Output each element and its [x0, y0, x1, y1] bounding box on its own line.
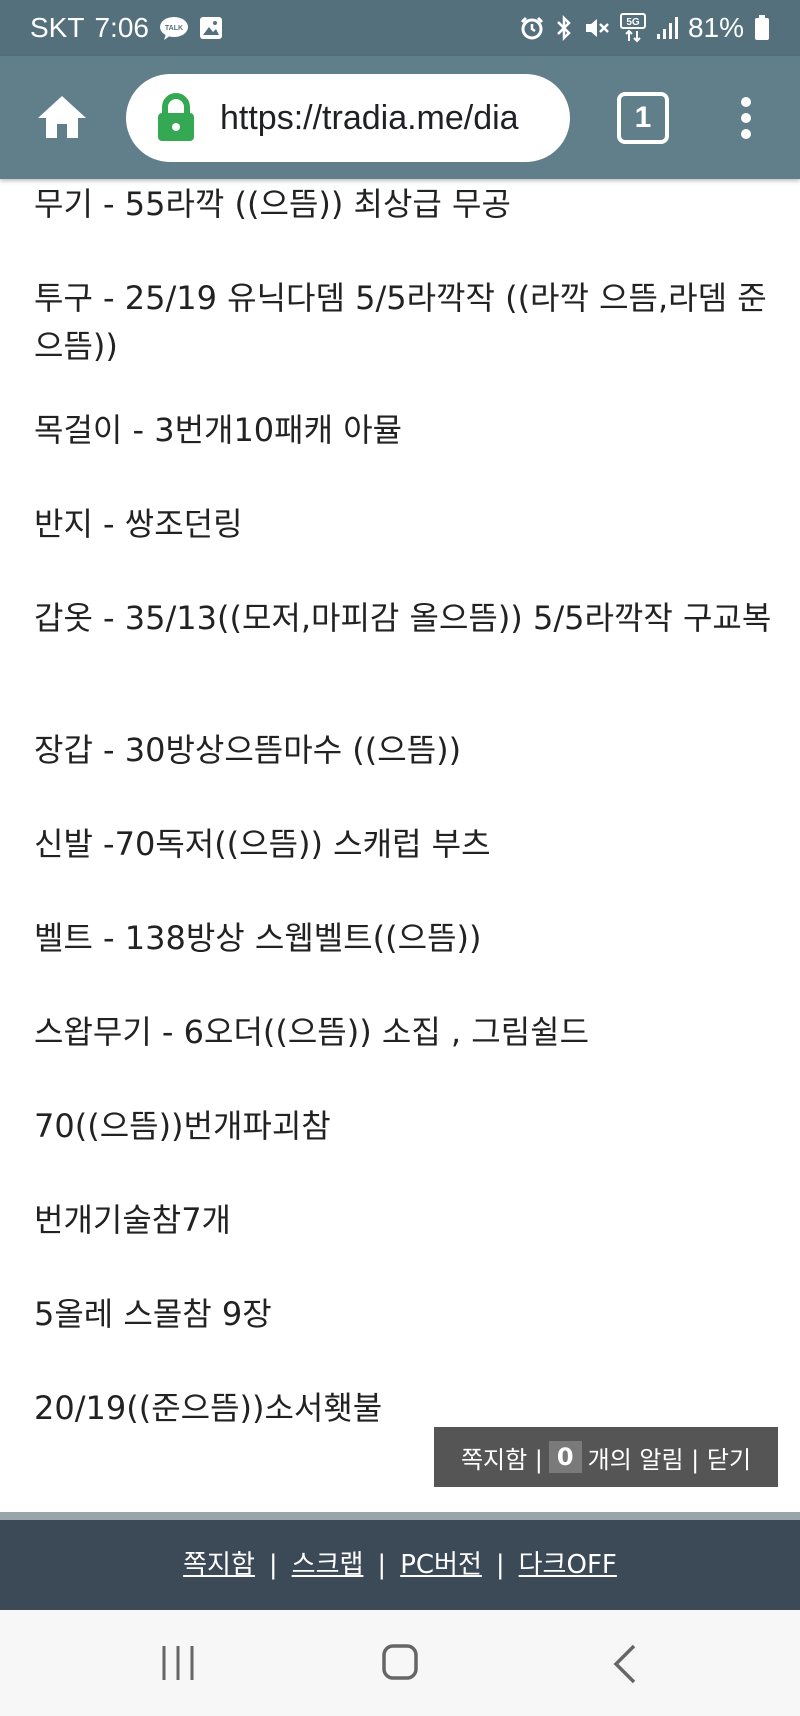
- home-button[interactable]: [36, 94, 88, 140]
- battery-percent: 81%: [687, 12, 744, 43]
- bluetooth-icon: [554, 15, 574, 41]
- signal-icon: [656, 16, 678, 40]
- clock: 7:06: [94, 12, 149, 43]
- browser-toolbar: https://tradia.me/dia 1: [0, 56, 800, 179]
- svg-text:TALK: TALK: [165, 25, 183, 32]
- item-line-weapon: 무기 - 55라깍 ((으뜸)) 최상급 무공: [34, 185, 511, 223]
- item-line-swap-weapon: 스왑무기 - 6오더((으뜸)) 소집 , 그림쉴드: [34, 1013, 590, 1051]
- status-right: 5G 81%: [520, 12, 770, 44]
- mute-icon: [584, 16, 610, 40]
- item-line-torch: 20/19((준으뜸))소서횃불: [34, 1389, 383, 1427]
- url-text: https://tradia.me/dia: [220, 98, 519, 137]
- notification-count-badge: 0: [548, 1441, 582, 1473]
- menu-button[interactable]: [732, 96, 760, 140]
- more-vertical-icon: [741, 97, 751, 139]
- alarm-icon: [520, 16, 544, 40]
- back-chevron-icon: [613, 1644, 636, 1684]
- back-button[interactable]: [612, 1644, 638, 1684]
- status-bar: SKT 7:06 TALK 5G 81%: [0, 0, 800, 56]
- footer-separator: |: [495, 1550, 505, 1580]
- item-line-helm: 투구 - 25/19 유닉다뎀 5/5라깍작 ((라깍 으뜸,라뎀 준으뜸)): [34, 279, 767, 365]
- item-line-ring: 반지 - 쌍조던링: [34, 505, 243, 543]
- notification-bar[interactable]: 쪽지함 | 0 개의 알림 | 닫기: [434, 1427, 778, 1487]
- gallery-icon: [199, 16, 223, 40]
- kakaotalk-icon: TALK: [159, 16, 189, 40]
- item-line-boots: 신발 -70독저((으뜸)) 스캐럽 부츠: [34, 825, 491, 863]
- notification-suffix[interactable]: 개의 알림 | 닫기: [588, 1440, 751, 1475]
- home-square-icon: [382, 1644, 418, 1680]
- status-left: SKT 7:06 TALK: [30, 12, 223, 44]
- tab-switcher-button[interactable]: 1: [617, 92, 669, 144]
- footer-divider: [0, 1512, 800, 1520]
- footer-link-scrap[interactable]: 스크랩: [292, 1550, 364, 1580]
- recent-apps-button[interactable]: [160, 1644, 196, 1682]
- network-label: 5G: [626, 17, 640, 28]
- carrier-label: SKT: [30, 12, 85, 43]
- address-bar[interactable]: https://tradia.me/dia: [126, 74, 570, 162]
- footer-link-messages[interactable]: 쪽지함: [183, 1550, 255, 1580]
- footer-link-dark-mode[interactable]: 다크OFF: [519, 1550, 617, 1580]
- item-line-charm-3: 5올레 스몰참 9장: [34, 1295, 272, 1333]
- footer-separator: |: [268, 1550, 278, 1580]
- item-line-amulet: 목걸이 - 3번개10패캐 아뮬: [34, 411, 403, 449]
- battery-icon: [754, 15, 770, 41]
- footer-links: 쪽지함 | 스크랩 | PC버전 | 다크OFF: [0, 1544, 800, 1581]
- system-home-button[interactable]: [382, 1642, 418, 1682]
- item-line-charm-2: 번개기술참7개: [34, 1201, 231, 1239]
- system-nav-bar: [0, 1610, 800, 1716]
- item-line-gloves: 장갑 - 30방상으뜸마수 ((으뜸)): [34, 731, 462, 769]
- item-line-armor: 갑옷 - 35/13((모저,마피감 올으뜸)) 5/5라깍작 구교복: [34, 599, 772, 637]
- notification-prefix[interactable]: 쪽지함 |: [461, 1440, 543, 1475]
- site-footer: 쪽지함 | 스크랩 | PC버전 | 다크OFF: [0, 1520, 800, 1610]
- network-5g-icon: 5G: [619, 13, 646, 43]
- home-icon: [38, 96, 86, 138]
- item-line-charm-1: 70((으뜸))번개파괴참: [34, 1107, 331, 1145]
- footer-link-pc-version[interactable]: PC버전: [400, 1550, 482, 1580]
- footer-separator: |: [377, 1550, 387, 1580]
- lock-icon: [158, 93, 194, 141]
- recent-apps-icon: [162, 1646, 194, 1680]
- item-line-belt: 벨트 - 138방상 스웹벨트((으뜸)): [34, 919, 482, 957]
